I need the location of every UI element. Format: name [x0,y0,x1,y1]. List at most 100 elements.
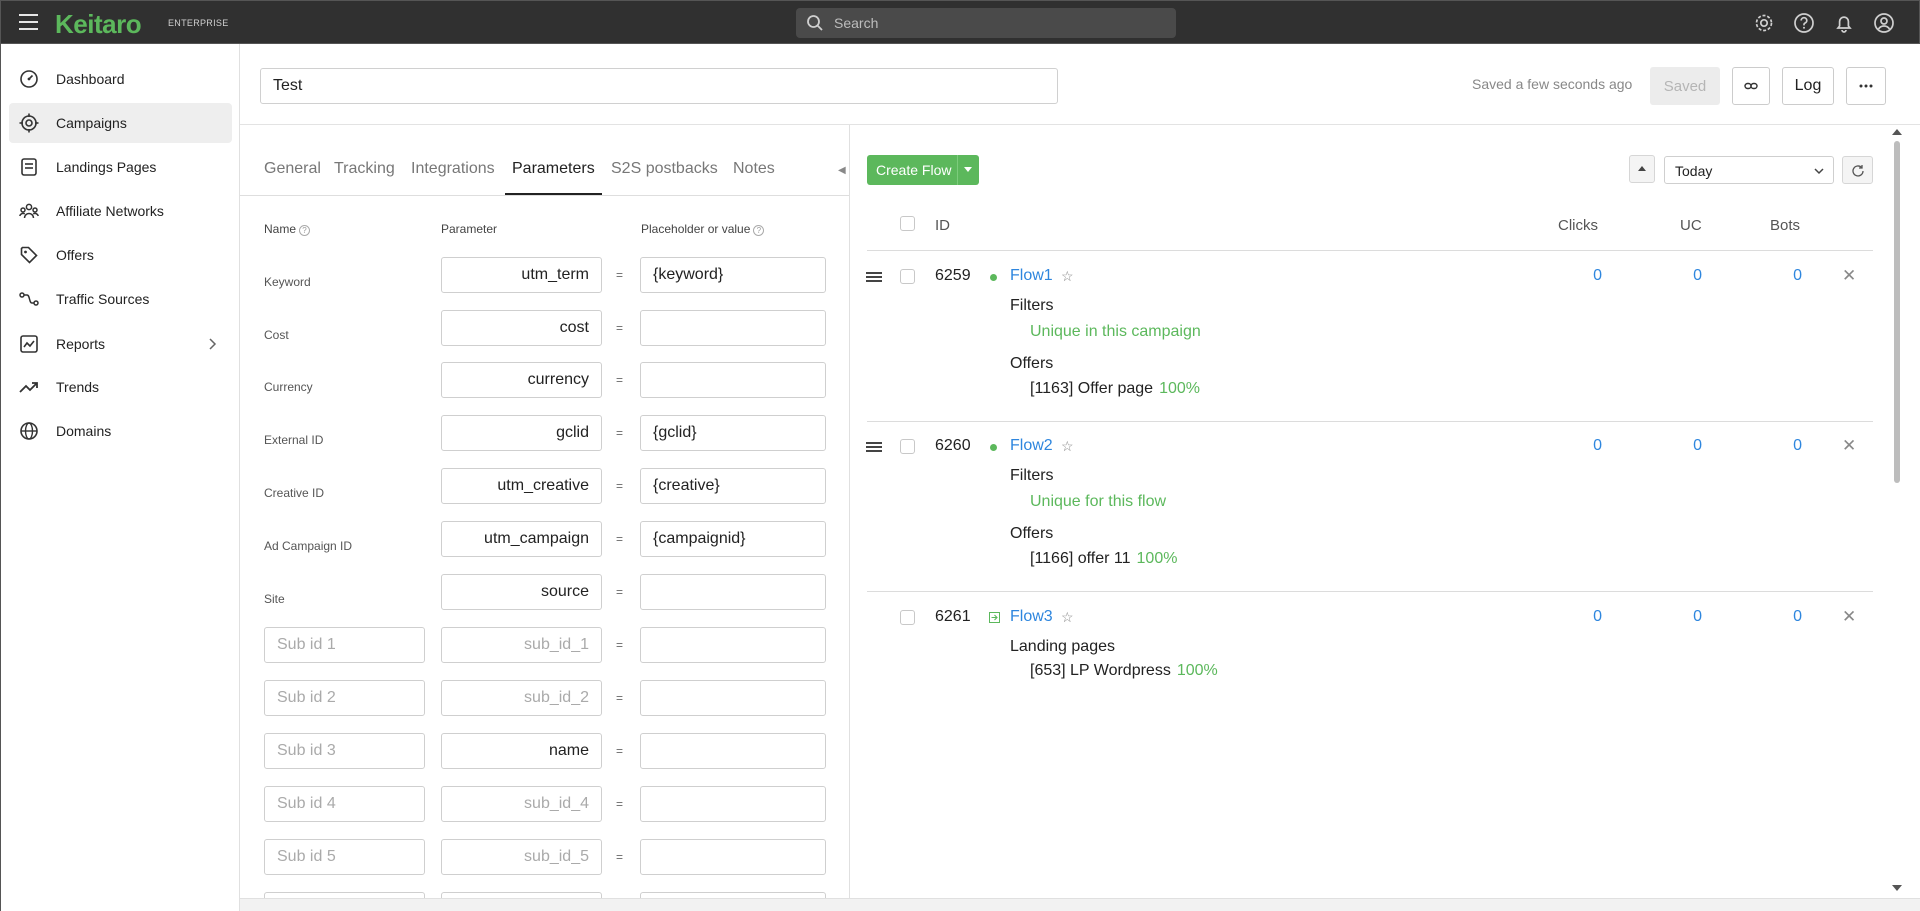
flow-uc[interactable]: 0 [1662,267,1702,285]
sub-id-1-name-input[interactable] [264,627,425,663]
sub-id-2-param-input[interactable] [441,680,602,716]
app-logo[interactable]: Keitaro [55,9,142,40]
favorite-star-icon[interactable]: ☆ [1061,438,1074,455]
flow-row-checkbox[interactable] [900,610,915,625]
flow-clicks[interactable]: 0 [1562,267,1602,285]
sub-id-2-name-input[interactable] [264,680,425,716]
scroll-thumb[interactable] [1894,141,1900,483]
flow-clicks[interactable]: 0 [1562,437,1602,455]
sidebar-item-offers[interactable]: Offers [9,235,232,275]
horizontal-scrollbar[interactable] [240,898,1920,911]
col-header-bots[interactable]: Bots [1770,217,1800,234]
help-hint-icon[interactable]: ? [753,225,765,236]
value-keyword-input[interactable] [640,257,826,293]
settings-gear-icon[interactable] [1753,12,1775,34]
sub-id-1-param-input[interactable] [441,627,602,663]
param-keyword-input[interactable] [441,257,602,293]
flow-row-checkbox[interactable] [900,439,915,454]
sub-id-1-value-input[interactable] [640,627,826,663]
value-currency-input[interactable] [640,362,826,398]
flow-bots[interactable]: 0 [1762,437,1802,455]
flow-id: 6260 [935,437,971,454]
param-ad-campaign-id-input[interactable] [441,521,602,557]
sub-id-3-value-input[interactable] [640,733,826,769]
sidebar-item-landing-pages[interactable]: Landings Pages [9,147,232,187]
flow-bots[interactable]: 0 [1762,267,1802,285]
sidebar-item-campaigns[interactable]: Campaigns [9,103,232,143]
delete-flow-close-icon[interactable]: ✕ [1842,266,1856,286]
value-ad-campaign-id-input[interactable] [640,521,826,557]
col-header-id[interactable]: ID [935,217,950,234]
search-box[interactable] [796,8,1176,38]
value-site-input[interactable] [640,574,826,610]
favorite-star-icon[interactable]: ☆ [1061,268,1074,285]
flow-uc[interactable]: 0 [1662,437,1702,455]
tab-notes[interactable]: Notes [733,160,775,178]
flow-uc[interactable]: 0 [1662,608,1702,626]
date-range-select[interactable]: Today [1664,156,1834,184]
param-cost-input[interactable] [441,310,602,346]
tab-integrations[interactable]: Integrations [411,160,495,178]
drag-handle-icon[interactable] [866,272,882,282]
sub-id-4-name-input[interactable] [264,786,425,822]
flow-name-link[interactable]: Flow3 [1010,608,1053,626]
refresh-button[interactable] [1842,156,1873,184]
saved-button[interactable]: Saved [1650,67,1720,105]
sub-id-5-param-input[interactable] [441,839,602,875]
help-hint-icon[interactable]: ? [299,225,311,236]
user-account-icon[interactable] [1873,12,1895,34]
col-header-clicks[interactable]: Clicks [1558,217,1598,234]
tab-parameters[interactable]: Parameters [512,160,595,178]
sub-id-5-name-input[interactable] [264,839,425,875]
help-icon[interactable] [1793,12,1815,34]
sidebar-item-traffic-sources[interactable]: Traffic Sources [9,279,232,319]
sidebar-item-reports[interactable]: Reports [9,324,232,364]
sub-id-3-name-input[interactable] [264,733,425,769]
collapse-up-button[interactable] [1629,155,1655,183]
flow-name-link[interactable]: Flow2 [1010,437,1053,455]
sub-id-4-param-input[interactable] [441,786,602,822]
flow-clicks[interactable]: 0 [1562,608,1602,626]
caret-down-icon[interactable] [964,167,972,172]
select-all-checkbox[interactable] [900,216,915,231]
param-site-input[interactable] [441,574,602,610]
search-input[interactable] [834,8,1164,38]
scroll-down-arrow-icon[interactable] [1892,885,1902,891]
value-external-id-input[interactable] [640,415,826,451]
copy-link-button[interactable] [1732,67,1770,105]
log-button[interactable]: Log [1782,67,1834,105]
sub-id-2-value-input[interactable] [640,680,826,716]
notifications-bell-icon[interactable] [1833,12,1855,34]
equals-sign: = [616,373,624,387]
sidebar-item-dashboard[interactable]: Dashboard [9,59,232,99]
sidebar-item-domains[interactable]: Domains [9,411,232,451]
param-creative-id-input[interactable] [441,468,602,504]
hamburger-menu-icon[interactable] [19,14,38,30]
param-external-id-input[interactable] [441,415,602,451]
tab-general[interactable]: General [264,160,321,178]
value-cost-input[interactable] [640,310,826,346]
flows-scrollbar[interactable] [1890,125,1904,911]
sub-id-4-value-input[interactable] [640,786,826,822]
more-actions-button[interactable] [1846,67,1886,105]
delete-flow-close-icon[interactable]: ✕ [1842,436,1856,456]
sub-id-3-param-input[interactable] [441,733,602,769]
param-currency-input[interactable] [441,362,602,398]
sidebar-item-trends[interactable]: Trends [9,367,232,407]
campaign-name-input[interactable] [260,68,1058,104]
sidebar-item-affiliate-networks[interactable]: Affiliate Networks [9,191,232,231]
tab-s2s-postbacks[interactable]: S2S postbacks [611,160,718,178]
col-header-uc[interactable]: UC [1680,217,1702,234]
scroll-up-arrow-icon[interactable] [1892,129,1902,135]
sub-id-5-value-input[interactable] [640,839,826,875]
flow-name-link[interactable]: Flow1 [1010,267,1053,285]
tab-tracking[interactable]: Tracking [334,160,395,178]
favorite-star-icon[interactable]: ☆ [1061,609,1074,626]
flow-bots[interactable]: 0 [1762,608,1802,626]
value-creative-id-input[interactable] [640,468,826,504]
tabs-scroll-left-icon[interactable]: ◀ [838,165,846,176]
flow-row-checkbox[interactable] [900,269,915,284]
delete-flow-close-icon[interactable]: ✕ [1842,607,1856,627]
create-flow-button[interactable]: Create Flow [867,155,979,185]
drag-handle-icon[interactable] [866,442,882,452]
